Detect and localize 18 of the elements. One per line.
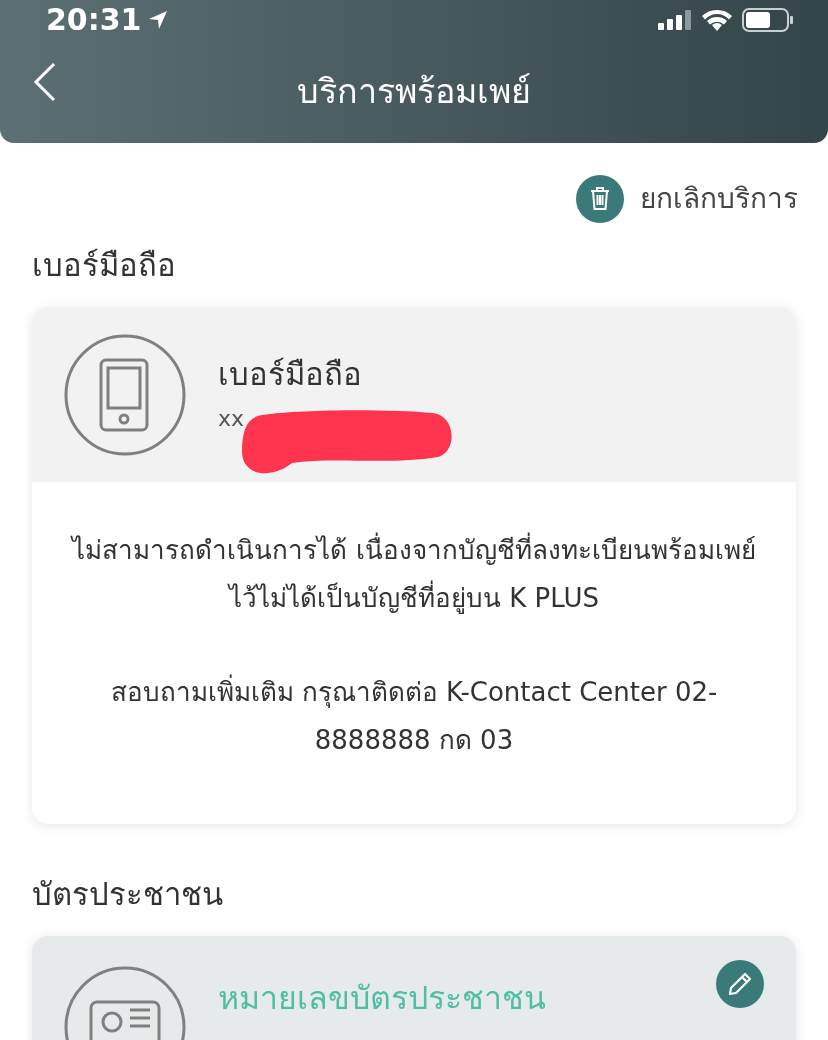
page-title: บริการพร้อมเพย์	[297, 71, 531, 111]
card-title: เบอร์มือถือ	[218, 355, 362, 394]
edit-button[interactable]	[716, 960, 764, 1008]
cancel-service-button[interactable]: ยกเลิกบริการ	[576, 175, 798, 223]
battery-icon	[742, 8, 794, 32]
location-arrow-icon	[147, 10, 168, 30]
info-message: สอบถามเพิ่มเติม กรุณาติดต่อ K-Contact Center 02-8888888 กด 03	[104, 668, 724, 764]
pencil-icon	[727, 971, 753, 997]
section-heading: บัตรประชาชน	[32, 875, 224, 914]
info-message: ไม่สามารถดำเนินการได้ เนื่องจากบัญชีที่ลงทะเบียนพร้อมเพย์ไว้ไม่ได้เป็นบัญชีที่อยู่บน K PLUS	[64, 526, 764, 622]
phone-number: xx	[218, 405, 245, 433]
clock-time: 20:31	[46, 5, 142, 35]
phone-icon	[64, 333, 186, 456]
signal-icon	[658, 10, 692, 30]
wifi-icon	[702, 9, 732, 31]
trash-icon	[576, 175, 624, 223]
section-heading: เบอร์มือถือ	[32, 246, 177, 285]
card-title: หมายเลขบัตรประชาชน	[218, 978, 546, 1019]
